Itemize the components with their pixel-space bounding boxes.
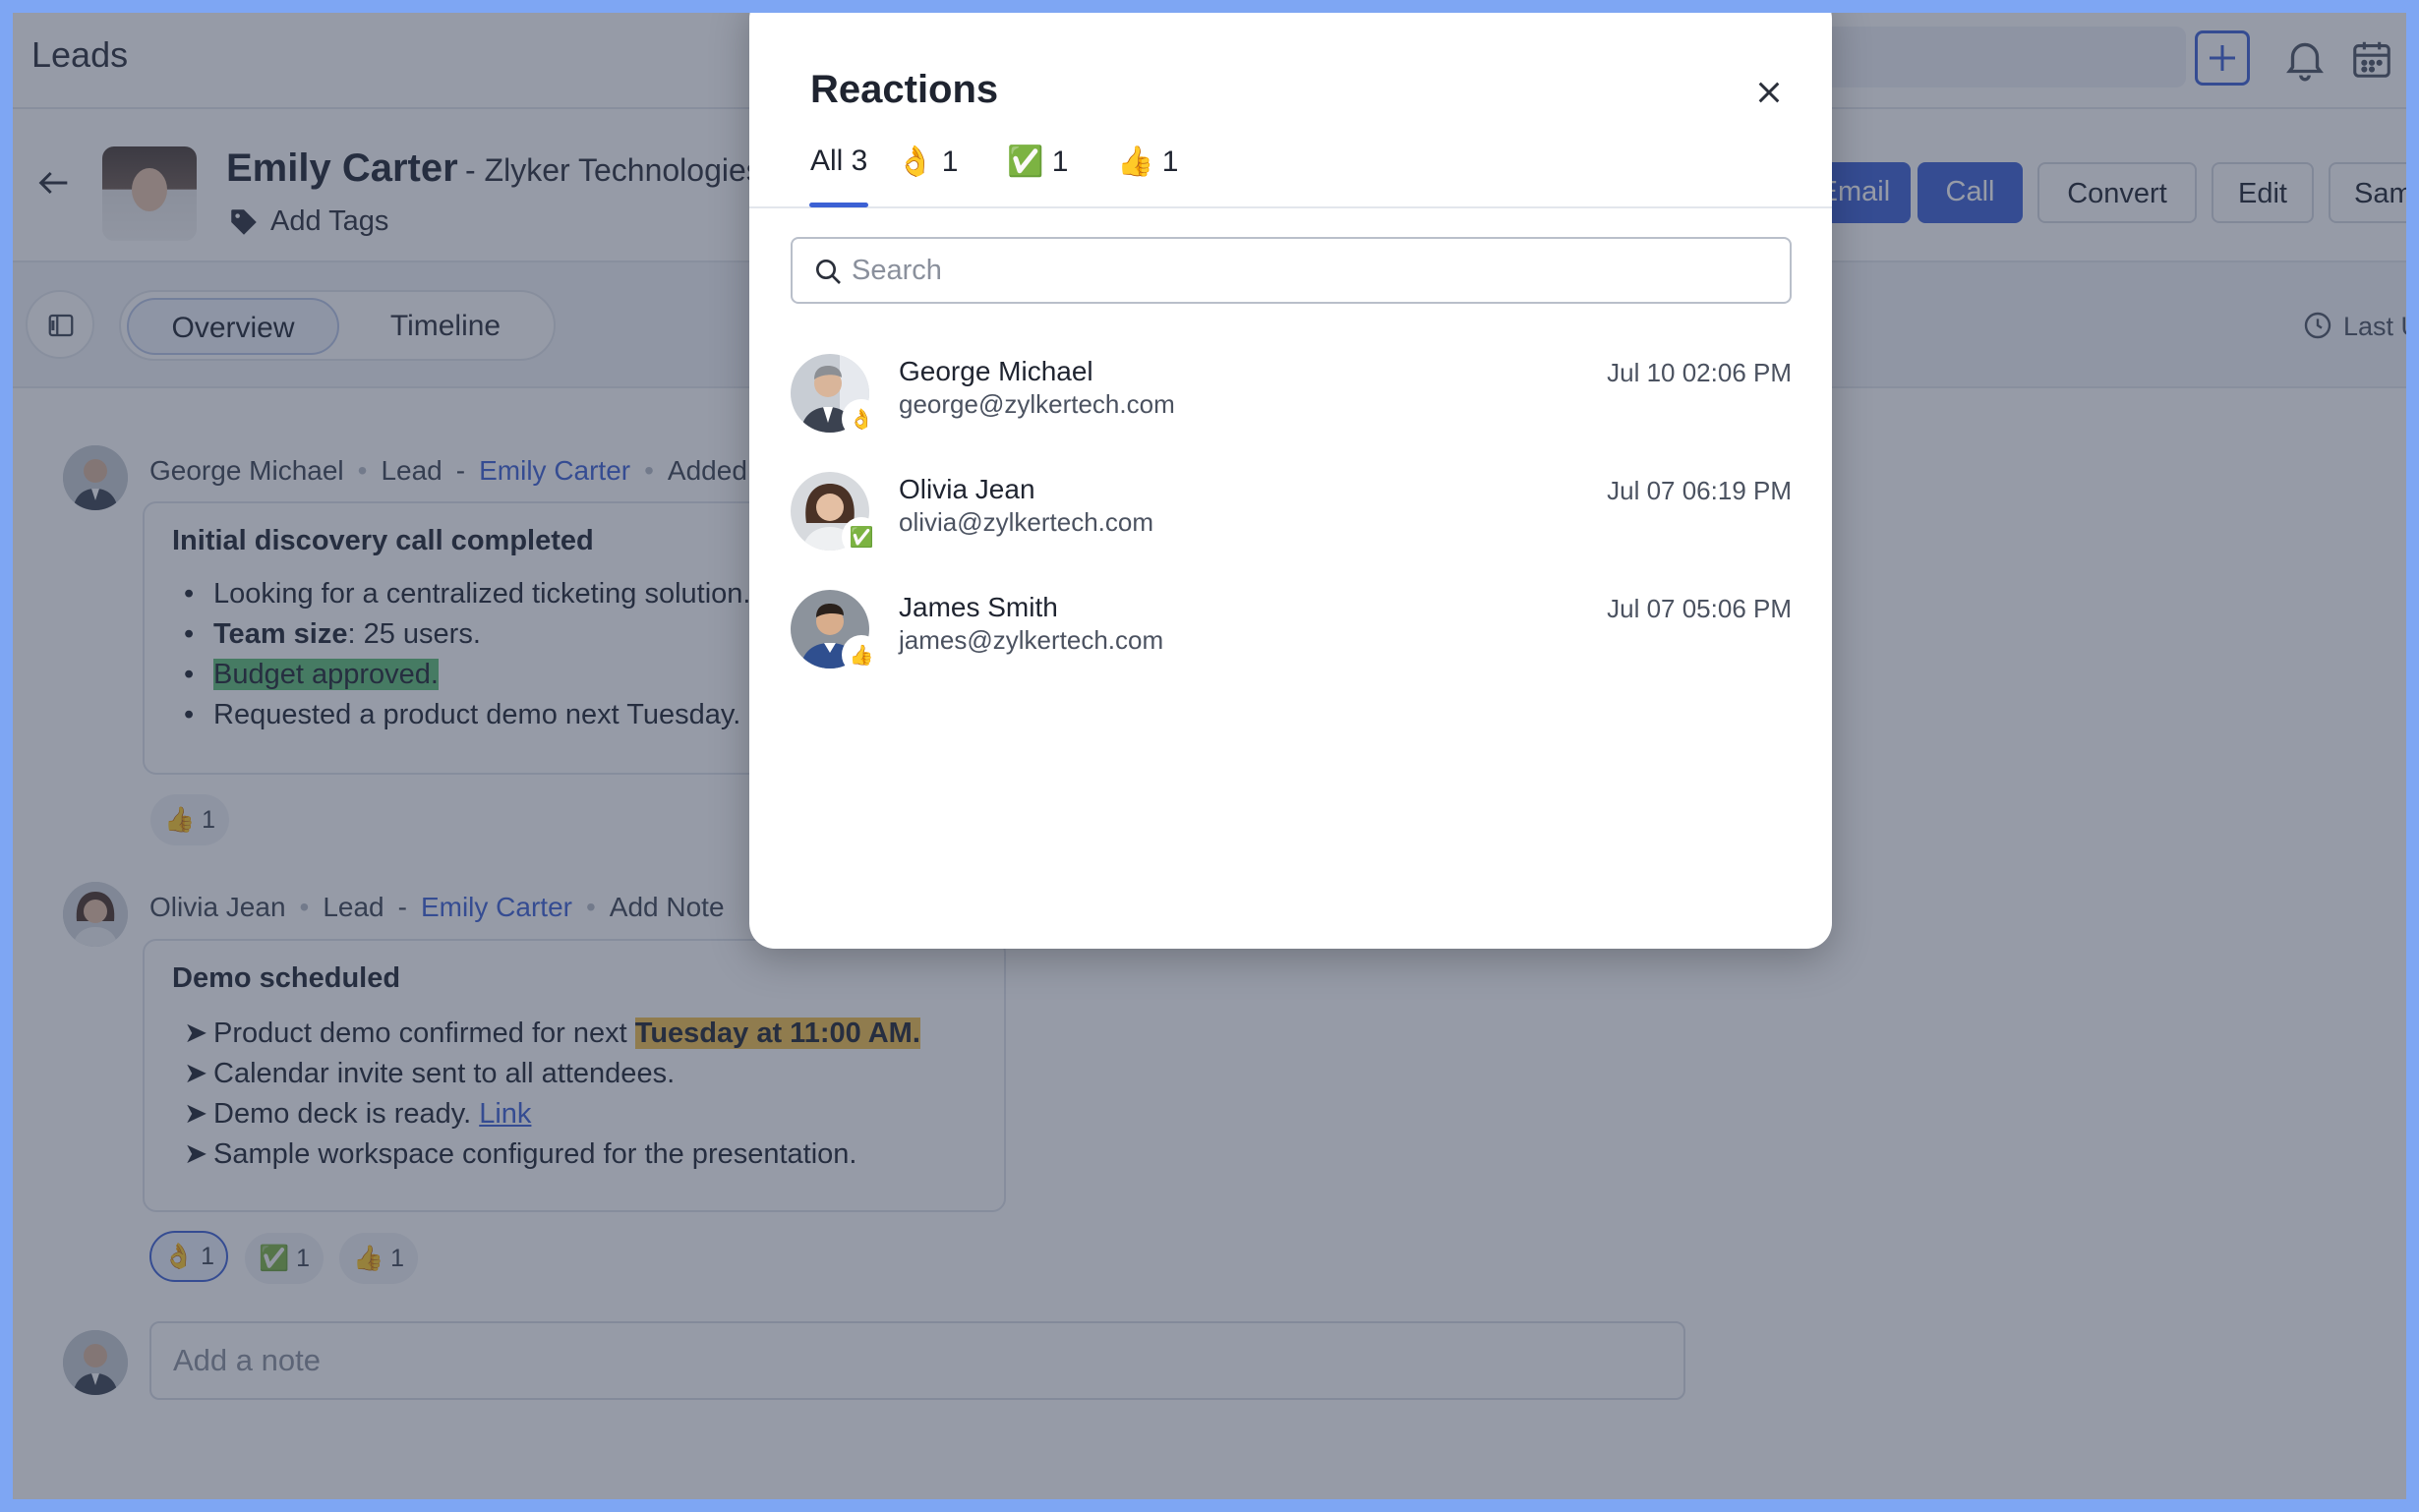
search-icon [816,260,841,284]
tab-check-mark[interactable]: ✅ 1 [1007,145,1068,179]
reaction-time: Jul 07 05:06 PM [1607,594,1792,623]
tab-all[interactable]: All 3 [810,145,867,178]
user-name: George Michael [899,356,1093,386]
reaction-emoji-badge: 👌 [844,401,879,436]
reaction-time: Jul 07 06:19 PM [1607,476,1792,505]
reaction-row: 👌 George Michael george@zylkertech.com J… [791,354,1792,452]
active-tab-indicator [809,203,868,207]
app-window: Leads Search records Emily Carter - Zlyk… [13,13,2406,1499]
reaction-time: Jul 10 02:06 PM [1607,358,1792,387]
tab-ok-hand[interactable]: 👌 1 [897,145,958,179]
user-email: george@zylkertech.com [899,389,1175,419]
tab-thumbs-up[interactable]: 👍 1 [1117,145,1178,179]
reaction-row: 👍 James Smith james@zylkertech.com Jul 0… [791,590,1792,688]
reaction-filter-tabs: All 3 👌 1 ✅ 1 👍 1 [749,131,1832,208]
user-email: olivia@zylkertech.com [899,507,1154,537]
reaction-row: ✅ Olivia Jean olivia@zylkertech.com Jul … [791,472,1792,570]
user-email: james@zylkertech.com [899,625,1164,655]
close-icon[interactable] [1753,77,1785,108]
user-name: Olivia Jean [899,474,1035,504]
dialog-title: Reactions [810,68,999,111]
reaction-search-input[interactable] [852,251,1737,290]
reactions-dialog: Reactions All 3 👌 1 ✅ 1 👍 1 👌 George Mic… [749,13,1832,949]
user-name: James Smith [899,592,1058,622]
reaction-search-field[interactable] [791,237,1792,304]
reaction-emoji-badge: 👍 [844,637,879,672]
reaction-emoji-badge: ✅ [844,519,879,554]
